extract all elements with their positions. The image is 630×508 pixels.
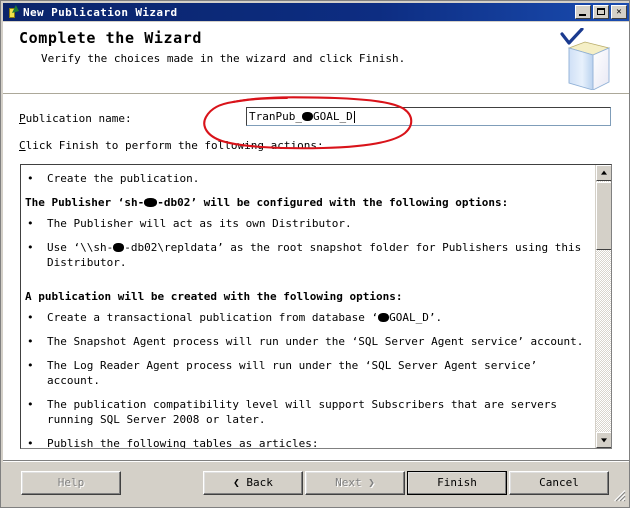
bullet-icon: • <box>27 172 34 185</box>
scrollbar-thumb[interactable] <box>596 182 611 250</box>
redaction-blob <box>144 197 158 207</box>
list-item: • The publication compatibility level wi… <box>25 397 590 427</box>
list-item-label: The Snapshot Agent process will run unde… <box>47 335 584 348</box>
cancel-button[interactable]: Cancel <box>509 471 609 495</box>
bullet-icon: • <box>27 437 34 449</box>
bullet-icon: • <box>27 217 34 230</box>
next-button[interactable]: Next ❯ <box>305 471 405 495</box>
bullet-icon: • <box>27 241 34 254</box>
publication-name-value-suffix: GOAL_D <box>312 110 353 123</box>
close-icon[interactable]: ✕ <box>611 5 627 19</box>
list-item: • The Snapshot Agent process will run un… <box>25 334 590 349</box>
vertical-scrollbar[interactable] <box>595 165 611 448</box>
list-item: • The Publisher will act as its own Dist… <box>25 216 590 231</box>
list-item-label: Publish the following tables as articles… <box>47 437 319 449</box>
list-item-label: The Log Reader Agent process will run un… <box>47 359 538 387</box>
page-title: Complete the Wizard <box>19 29 202 47</box>
list-item-label: The publication compatibility level will… <box>47 398 557 426</box>
redaction-blob <box>113 242 125 252</box>
window-controls: ✕ <box>575 5 627 19</box>
list-item-label: Use ‘\\sh- -db02\repldata’ as the root sn… <box>47 241 582 269</box>
list-item: • Publish the following tables as articl… <box>25 436 590 449</box>
list-item: • Use ‘\\sh- -db02\repldata’ as the root … <box>25 240 590 270</box>
back-button[interactable]: ❮ Back <box>203 471 303 495</box>
maximize-button[interactable] <box>593 5 609 19</box>
list-item-label: Create the publication. <box>47 172 200 185</box>
list-item-label: The Publisher will act as its own Distri… <box>47 217 352 230</box>
redaction-blob <box>301 112 313 121</box>
redaction-blob <box>378 312 390 322</box>
wizard-header: Complete the Wizard Verify the choices m… <box>3 22 629 94</box>
new-publication-wizard-window: New Publication Wizard ✕ Complete the Wi… <box>0 0 630 508</box>
actions-listbox[interactable]: • Create the publication. The Publisher … <box>20 164 612 449</box>
window-title: New Publication Wizard <box>23 5 178 19</box>
list-group-heading: A publication will be created with the f… <box>25 290 403 303</box>
bullet-icon: • <box>27 335 34 348</box>
bullet-icon: • <box>27 359 34 372</box>
title-bar[interactable]: New Publication Wizard ✕ <box>3 3 629 21</box>
minimize-button[interactable] <box>575 5 591 19</box>
bullet-icon: • <box>27 311 34 324</box>
publication-wizard-icon <box>6 5 20 19</box>
dialog-button-bar: Help ❮ Back Next ❯ Finish Cancel <box>3 460 629 505</box>
scroll-down-icon[interactable] <box>596 432 611 448</box>
text-caret <box>353 110 355 123</box>
bullet-icon: • <box>27 398 34 411</box>
list-item-label: Create a transactional publication from … <box>47 311 443 324</box>
actions-list: • Create the publication. The Publisher … <box>21 165 594 449</box>
scroll-up-icon[interactable] <box>596 165 611 181</box>
list-item: • Create the publication. <box>25 171 590 186</box>
publication-name-input[interactable]: TranPub_ GOAL_D <box>246 107 611 126</box>
wizard-body: Publication name: TranPub_ GOAL_D Click F… <box>3 94 629 461</box>
list-item: • Create a transactional publication fro… <box>25 310 590 325</box>
publication-name-label: Publication name: <box>19 112 132 125</box>
page-subtitle: Verify the choices made in the wizard an… <box>41 52 406 65</box>
list-item: • The Log Reader Agent process will run … <box>25 358 590 388</box>
publication-name-value-prefix: TranPub_ <box>249 110 302 123</box>
resize-grip-icon[interactable] <box>612 488 626 502</box>
list-group-heading: The Publisher ‘sh- -db02’ will be configu… <box>25 196 509 209</box>
finish-button[interactable]: Finish <box>407 471 507 495</box>
book-check-icon <box>560 28 613 90</box>
actions-instruction-label: Click Finish to perform the following ac… <box>19 139 324 152</box>
help-button[interactable]: Help <box>21 471 121 495</box>
